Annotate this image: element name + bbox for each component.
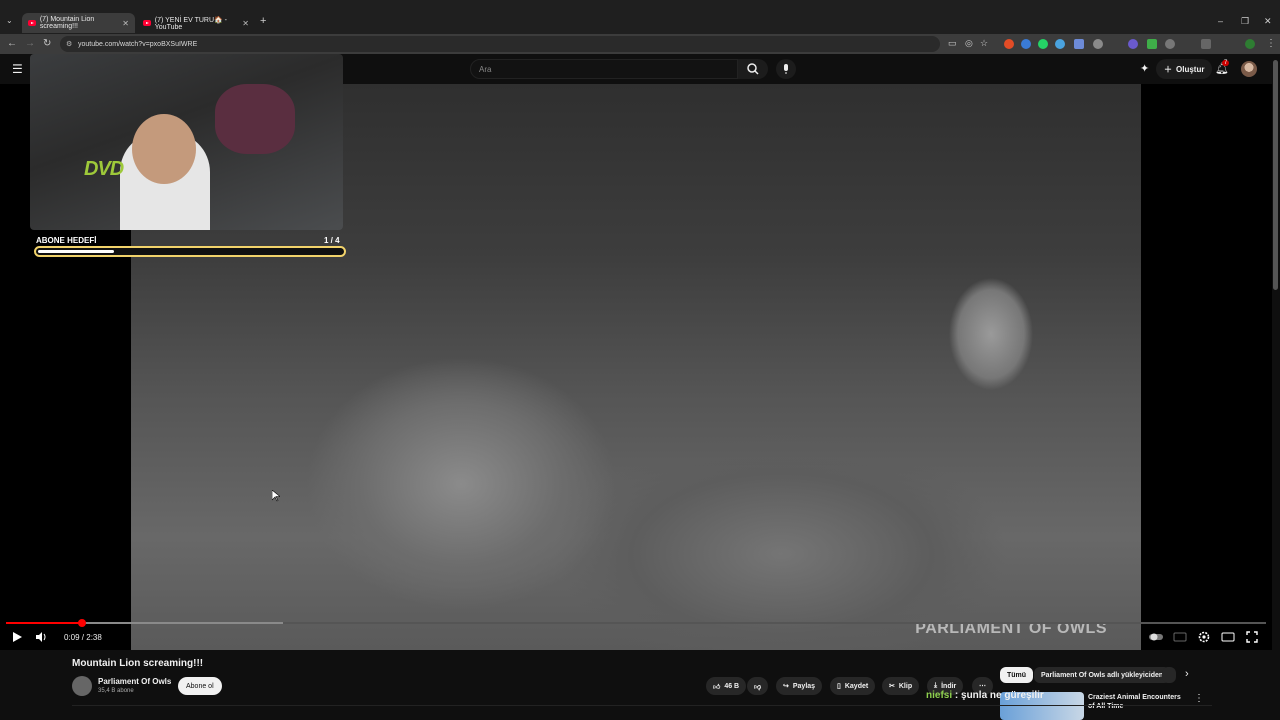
maximize-button[interactable]: ❐ [1241, 16, 1249, 27]
avatar[interactable] [1241, 61, 1257, 77]
back-arrow-icon[interactable]: ← [7, 38, 17, 49]
search-button[interactable] [738, 59, 768, 79]
address-bar[interactable]: ⚙ youtube.com/watch?v=pxoBXSuIWRE ▭ ◎ ☆ [60, 36, 988, 52]
tab-title: (7) Mountain Lion screaming!!! [39, 16, 95, 30]
browser-tab-strip: ⌄ (7) Mountain Lion screaming!!! ✕ (7) Y… [0, 0, 1280, 34]
volume-icon[interactable] [34, 630, 48, 644]
subscriber-goal-bar [34, 246, 346, 257]
more-dots-icon: ⋯ [979, 683, 986, 690]
dislike-button[interactable]: 👎︎ [747, 677, 769, 695]
microphone-icon [784, 64, 788, 74]
tab-title: (7) YENİ EV TURU🏠 - YouTube [154, 16, 227, 31]
close-tab-icon[interactable]: ✕ [242, 19, 249, 28]
recommendation-title[interactable]: Craziest Animal Encounters of All Time [1088, 693, 1188, 711]
mouse-cursor-icon [272, 490, 280, 502]
settings-gear-icon[interactable] [1197, 630, 1211, 644]
bookmark-star-icon[interactable]: ☆ [980, 38, 988, 49]
page-scrollbar[interactable] [1273, 60, 1278, 290]
tab-ev-turu[interactable]: (7) YENİ EV TURU🏠 - YouTube ✕ [137, 13, 255, 33]
scissors-icon: ✂ [889, 683, 895, 690]
video-title: Mountain Lion screaming!!! [72, 658, 204, 669]
save-label: Kaydet [844, 682, 869, 690]
plus-icon: ＋ [1164, 64, 1172, 74]
browser-toolbar: ← → ↻ ⚙ youtube.com/watch?v=pxoBXSuIWRE … [0, 34, 1280, 54]
thumbs-up-icon: 👍︎ [713, 683, 721, 691]
close-window-button[interactable]: ✕ [1264, 16, 1272, 27]
bookmark-icon: ▯ [837, 683, 841, 690]
youtube-favicon-icon [28, 20, 36, 26]
progress-played [6, 622, 82, 624]
webcam-overlay: DVD [30, 54, 343, 230]
minimize-button[interactable]: – [1218, 16, 1223, 26]
chat-username: niefsi [926, 690, 953, 701]
extension-icon[interactable] [1055, 39, 1065, 49]
person-head [132, 114, 196, 184]
menu-dots-icon[interactable]: ⋮ [1266, 38, 1276, 49]
dvd-logo: DVD [84, 158, 124, 180]
extension-icon[interactable] [1038, 39, 1048, 49]
close-tab-icon[interactable]: ✕ [122, 19, 129, 28]
search-input[interactable]: Ara [470, 59, 738, 79]
share-button[interactable]: ↪ Paylaş [776, 677, 823, 695]
subscriber-goal-title: ABONE HEDEFİ [36, 236, 97, 245]
chip-all[interactable]: Tümü [1000, 667, 1034, 683]
extension-icon[interactable] [1021, 39, 1031, 49]
tab-search-icon[interactable]: ⌄ [6, 16, 13, 25]
reload-icon[interactable]: ↻ [43, 38, 51, 49]
thumbs-down-icon: 👎︎ [754, 683, 762, 691]
recommendation-menu-icon[interactable]: ⋮ [1194, 693, 1204, 704]
like-button[interactable]: 👍︎ 46 B [706, 677, 747, 695]
extension-icon[interactable] [1147, 39, 1157, 49]
channel-avatar[interactable] [72, 676, 92, 696]
create-label: Oluştur [1176, 64, 1205, 74]
extension-icon[interactable] [1093, 39, 1103, 49]
forward-arrow-icon[interactable]: → [25, 38, 35, 49]
chat-text: : şunla ne güreşilir [952, 690, 1044, 701]
search-icon [747, 63, 759, 75]
extensions-puzzle-icon[interactable] [1201, 39, 1211, 49]
autoplay-toggle-icon[interactable] [1149, 630, 1163, 644]
subscribe-button[interactable]: Abone ol [178, 677, 222, 695]
subtitles-icon[interactable] [1173, 630, 1187, 644]
time-display: 0:09 / 2:38 [64, 633, 102, 642]
hamburger-menu-icon[interactable]: ☰ [12, 62, 23, 76]
gemini-sparkle-icon[interactable]: ✦ [1140, 62, 1149, 75]
url-text: youtube.com/watch?v=pxoBXSuIWRE [78, 40, 198, 48]
share-label: Paylaş [792, 682, 816, 690]
tab-mountain-lion[interactable]: (7) Mountain Lion screaming!!! ✕ [22, 13, 135, 33]
extension-icon[interactable] [1074, 39, 1084, 49]
progress-scrubber[interactable] [77, 619, 86, 627]
extension-icon[interactable] [1128, 39, 1138, 49]
youtube-favicon-icon [143, 20, 151, 26]
subscriber-count: 35,4 B abone [98, 688, 134, 694]
clip-label: Klip [898, 682, 913, 690]
download-icon: ⤓ [934, 682, 938, 689]
profile-icon[interactable] [1245, 39, 1255, 49]
eye-off-icon[interactable]: ◎ [965, 38, 973, 49]
new-tab-button[interactable]: + [260, 15, 266, 27]
subscriber-goal-count: 1 / 4 [324, 236, 340, 245]
subscriber-goal-fill [38, 250, 114, 253]
chip-more[interactable] [1162, 667, 1176, 683]
download-label: İndir [941, 682, 957, 690]
share-arrow-icon: ↪ [783, 683, 789, 690]
chip-channel[interactable]: Parliament Of Owls adlı yükleyiciden [1034, 667, 1171, 683]
like-count: 46 B [724, 682, 740, 690]
extension-icon[interactable] [1004, 39, 1014, 49]
clip-button[interactable]: ✂ Klip [882, 677, 920, 695]
save-button[interactable]: ▯ Kaydet [830, 677, 876, 695]
voice-search-button[interactable] [776, 59, 796, 79]
chat-message: niefsi : şunla ne güreşilir [926, 690, 1044, 701]
create-button[interactable]: ＋ Oluştur [1156, 59, 1213, 79]
play-button-icon[interactable] [10, 630, 24, 644]
cast-icon[interactable]: ▭ [948, 38, 957, 49]
chevron-right-icon[interactable]: › [1185, 668, 1189, 680]
fullscreen-icon[interactable] [1245, 630, 1259, 644]
channel-name[interactable]: Parliament Of Owls [98, 677, 171, 686]
divider [72, 705, 1212, 706]
mascot-figure [215, 84, 295, 154]
site-info-icon[interactable]: ⚙ [66, 40, 72, 48]
extension-icon[interactable] [1165, 39, 1175, 49]
theater-mode-icon[interactable] [1221, 630, 1235, 644]
